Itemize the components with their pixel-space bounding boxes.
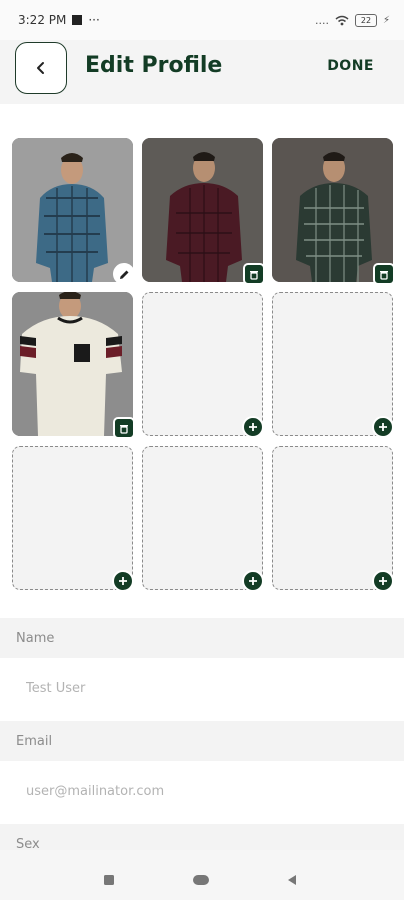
plus-icon bbox=[119, 577, 127, 585]
delete-photo-button[interactable] bbox=[113, 417, 135, 439]
profile-photo bbox=[142, 138, 263, 282]
delete-photo-button[interactable] bbox=[243, 263, 265, 285]
recent-apps-button[interactable] bbox=[104, 870, 114, 889]
pencil-icon bbox=[119, 270, 128, 279]
more-notifications: ··· bbox=[88, 13, 100, 27]
edit-photo-button[interactable] bbox=[113, 263, 135, 285]
trash-icon bbox=[120, 424, 128, 434]
photo-slot-8[interactable] bbox=[142, 446, 264, 592]
plus-icon bbox=[379, 423, 387, 431]
add-photo-button[interactable] bbox=[242, 416, 264, 438]
add-photo-button[interactable] bbox=[372, 416, 394, 438]
triangle-left-icon bbox=[288, 875, 296, 885]
battery-icon: 22 bbox=[354, 13, 377, 27]
email-field[interactable] bbox=[16, 761, 388, 821]
home-button[interactable] bbox=[193, 870, 209, 889]
plus-icon bbox=[249, 577, 257, 585]
signal-icon: .... bbox=[314, 13, 329, 27]
photo-slot-5[interactable] bbox=[142, 292, 264, 438]
page-title: Edit Profile bbox=[85, 53, 223, 78]
trash-icon bbox=[380, 270, 388, 280]
name-label: Name bbox=[0, 618, 404, 658]
add-photo-button[interactable] bbox=[242, 570, 264, 592]
square-icon bbox=[104, 875, 114, 885]
notification-icon bbox=[72, 15, 83, 25]
back-button[interactable] bbox=[15, 42, 67, 94]
add-photo-button[interactable] bbox=[372, 570, 394, 592]
plus-icon bbox=[379, 577, 387, 585]
status-time: 3:22 PM bbox=[18, 13, 67, 27]
photo-grid bbox=[12, 138, 395, 592]
photo-slot-9[interactable] bbox=[272, 446, 394, 592]
profile-photo bbox=[12, 138, 133, 282]
status-bar: 3:22 PM ··· .... 22 ⚡ bbox=[0, 0, 404, 40]
trash-icon bbox=[250, 270, 258, 280]
add-photo-button[interactable] bbox=[112, 570, 134, 592]
delete-photo-button[interactable] bbox=[373, 263, 395, 285]
status-right: .... 22 ⚡ bbox=[314, 13, 390, 27]
photo-slot-4[interactable] bbox=[12, 292, 135, 439]
photo-slot-7[interactable] bbox=[12, 446, 134, 592]
home-pill-icon bbox=[193, 875, 209, 885]
status-left: 3:22 PM ··· bbox=[18, 13, 100, 27]
plus-icon bbox=[249, 423, 257, 431]
app-header: Edit Profile DONE bbox=[0, 40, 404, 104]
photo-slot-6[interactable] bbox=[272, 292, 394, 438]
profile-photo bbox=[12, 292, 133, 436]
name-field-row bbox=[0, 658, 404, 718]
photo-slot-2[interactable] bbox=[142, 138, 265, 285]
back-nav-button[interactable] bbox=[287, 870, 297, 889]
email-field-row bbox=[0, 761, 404, 821]
wifi-icon bbox=[335, 15, 349, 25]
profile-photo bbox=[272, 138, 393, 282]
photo-slot-3[interactable] bbox=[272, 138, 395, 285]
charging-icon: ⚡ bbox=[382, 14, 390, 26]
chevron-left-icon bbox=[37, 62, 44, 74]
name-field[interactable] bbox=[16, 658, 388, 718]
photo-slot-1[interactable] bbox=[12, 138, 135, 285]
done-button[interactable]: DONE bbox=[327, 58, 374, 74]
system-nav-bar bbox=[0, 850, 404, 900]
email-label: Email bbox=[0, 721, 404, 761]
